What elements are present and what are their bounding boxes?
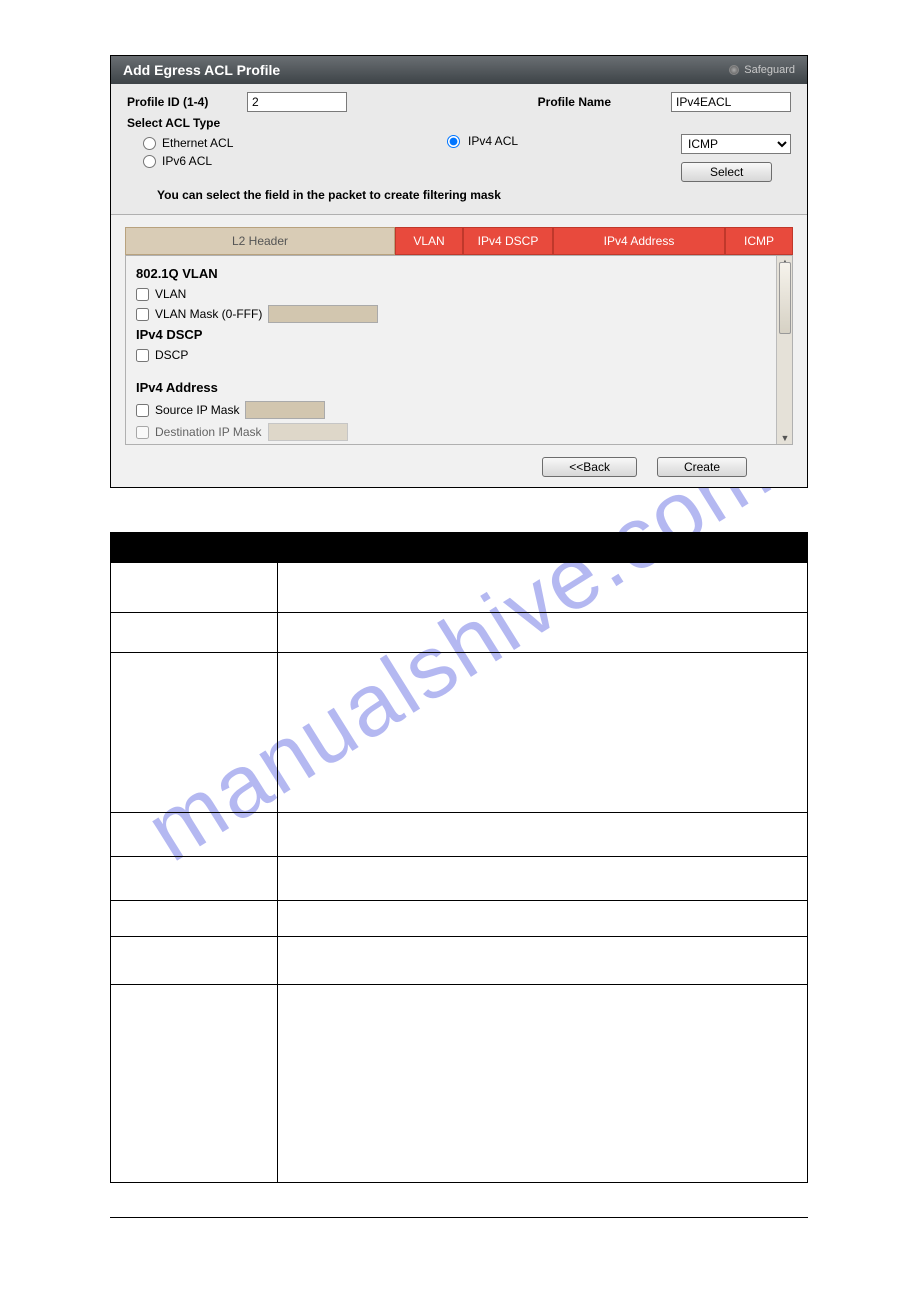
back-button[interactable]: <<Back bbox=[542, 457, 637, 477]
table-row bbox=[278, 563, 808, 613]
scrollbar[interactable]: ▲ ▼ bbox=[776, 256, 792, 444]
profile-id-label: Profile ID (1-4) bbox=[127, 95, 247, 109]
table-row bbox=[111, 613, 278, 653]
tab-l2-header[interactable]: L2 Header bbox=[125, 227, 395, 255]
table-row bbox=[278, 613, 808, 653]
ipv4-acl-label: IPv4 ACL bbox=[468, 134, 518, 148]
scroll-down-icon[interactable]: ▼ bbox=[779, 431, 791, 445]
page-divider bbox=[110, 1217, 808, 1218]
parameter-table bbox=[110, 532, 808, 1183]
ethernet-acl-label: Ethernet ACL bbox=[162, 136, 233, 150]
table-row bbox=[111, 985, 278, 1183]
tabs-row: L2 Header VLAN IPv4 DSCP IPv4 Address IC… bbox=[111, 215, 807, 255]
table-row bbox=[278, 653, 808, 813]
dscp-label: DSCP bbox=[155, 348, 188, 362]
table-row bbox=[278, 813, 808, 857]
dscp-checkbox[interactable] bbox=[136, 349, 149, 362]
table-row bbox=[111, 901, 278, 937]
protocol-dropdown[interactable]: ICMP bbox=[681, 134, 791, 154]
profile-id-input[interactable] bbox=[247, 92, 347, 112]
source-ip-mask-checkbox[interactable] bbox=[136, 404, 149, 417]
table-header-parameter bbox=[111, 533, 278, 563]
table-row bbox=[278, 857, 808, 901]
source-ip-mask-label: Source IP Mask bbox=[155, 403, 239, 417]
window-title: Add Egress ACL Profile bbox=[123, 62, 280, 78]
vlan-mask-input[interactable] bbox=[268, 305, 378, 323]
profile-name-label: Profile Name bbox=[538, 95, 611, 109]
select-acl-type-label: Select ACL Type bbox=[127, 116, 247, 130]
footer-buttons: <<Back Create bbox=[111, 451, 807, 487]
scroll-thumb[interactable] bbox=[779, 262, 791, 334]
table-row bbox=[111, 653, 278, 813]
tab-vlan[interactable]: VLAN bbox=[395, 227, 463, 255]
tab-ipv4-address[interactable]: IPv4 Address bbox=[553, 227, 725, 255]
mask-scroll-area: 802.1Q VLAN VLAN VLAN Mask (0-FFF) IPv4 … bbox=[125, 255, 793, 445]
vlan-label: VLAN bbox=[155, 287, 186, 301]
create-button[interactable]: Create bbox=[657, 457, 747, 477]
filtering-hint: You can select the field in the packet t… bbox=[127, 188, 791, 202]
ipv6-acl-radio[interactable] bbox=[143, 155, 156, 168]
table-row bbox=[278, 901, 808, 937]
table-header-description bbox=[278, 533, 808, 563]
table-row bbox=[278, 937, 808, 985]
table-row bbox=[278, 985, 808, 1183]
safeguard-indicator: Safeguard bbox=[729, 64, 795, 76]
ipv4-acl-radio[interactable] bbox=[447, 135, 460, 148]
section-ipv4-dscp: IPv4 DSCP bbox=[136, 327, 782, 342]
dest-ip-mask-label: Destination IP Mask bbox=[155, 425, 262, 439]
safeguard-icon bbox=[729, 65, 739, 75]
tab-ipv4-dscp[interactable]: IPv4 DSCP bbox=[463, 227, 553, 255]
dest-ip-mask-input[interactable] bbox=[268, 423, 348, 441]
config-area: Profile ID (1-4) Profile Name Select ACL… bbox=[111, 84, 807, 215]
table-row bbox=[111, 937, 278, 985]
table-row bbox=[111, 857, 278, 901]
vlan-checkbox[interactable] bbox=[136, 288, 149, 301]
select-button[interactable]: Select bbox=[681, 162, 772, 182]
title-bar: Add Egress ACL Profile Safeguard bbox=[111, 56, 807, 84]
app-panel: Add Egress ACL Profile Safeguard Profile… bbox=[110, 55, 808, 488]
profile-name-input[interactable] bbox=[671, 92, 791, 112]
section-ipv4-address: IPv4 Address bbox=[136, 380, 782, 395]
section-8021q-vlan: 802.1Q VLAN bbox=[136, 266, 782, 281]
ipv6-acl-label: IPv6 ACL bbox=[162, 154, 212, 168]
vlan-mask-checkbox[interactable] bbox=[136, 308, 149, 321]
tab-icmp[interactable]: ICMP bbox=[725, 227, 793, 255]
dest-ip-mask-checkbox[interactable] bbox=[136, 426, 149, 439]
table-row bbox=[111, 813, 278, 857]
table-row bbox=[111, 563, 278, 613]
vlan-mask-label: VLAN Mask (0-FFF) bbox=[155, 307, 262, 321]
source-ip-mask-input[interactable] bbox=[245, 401, 325, 419]
ethernet-acl-radio[interactable] bbox=[143, 137, 156, 150]
safeguard-label: Safeguard bbox=[744, 64, 795, 76]
